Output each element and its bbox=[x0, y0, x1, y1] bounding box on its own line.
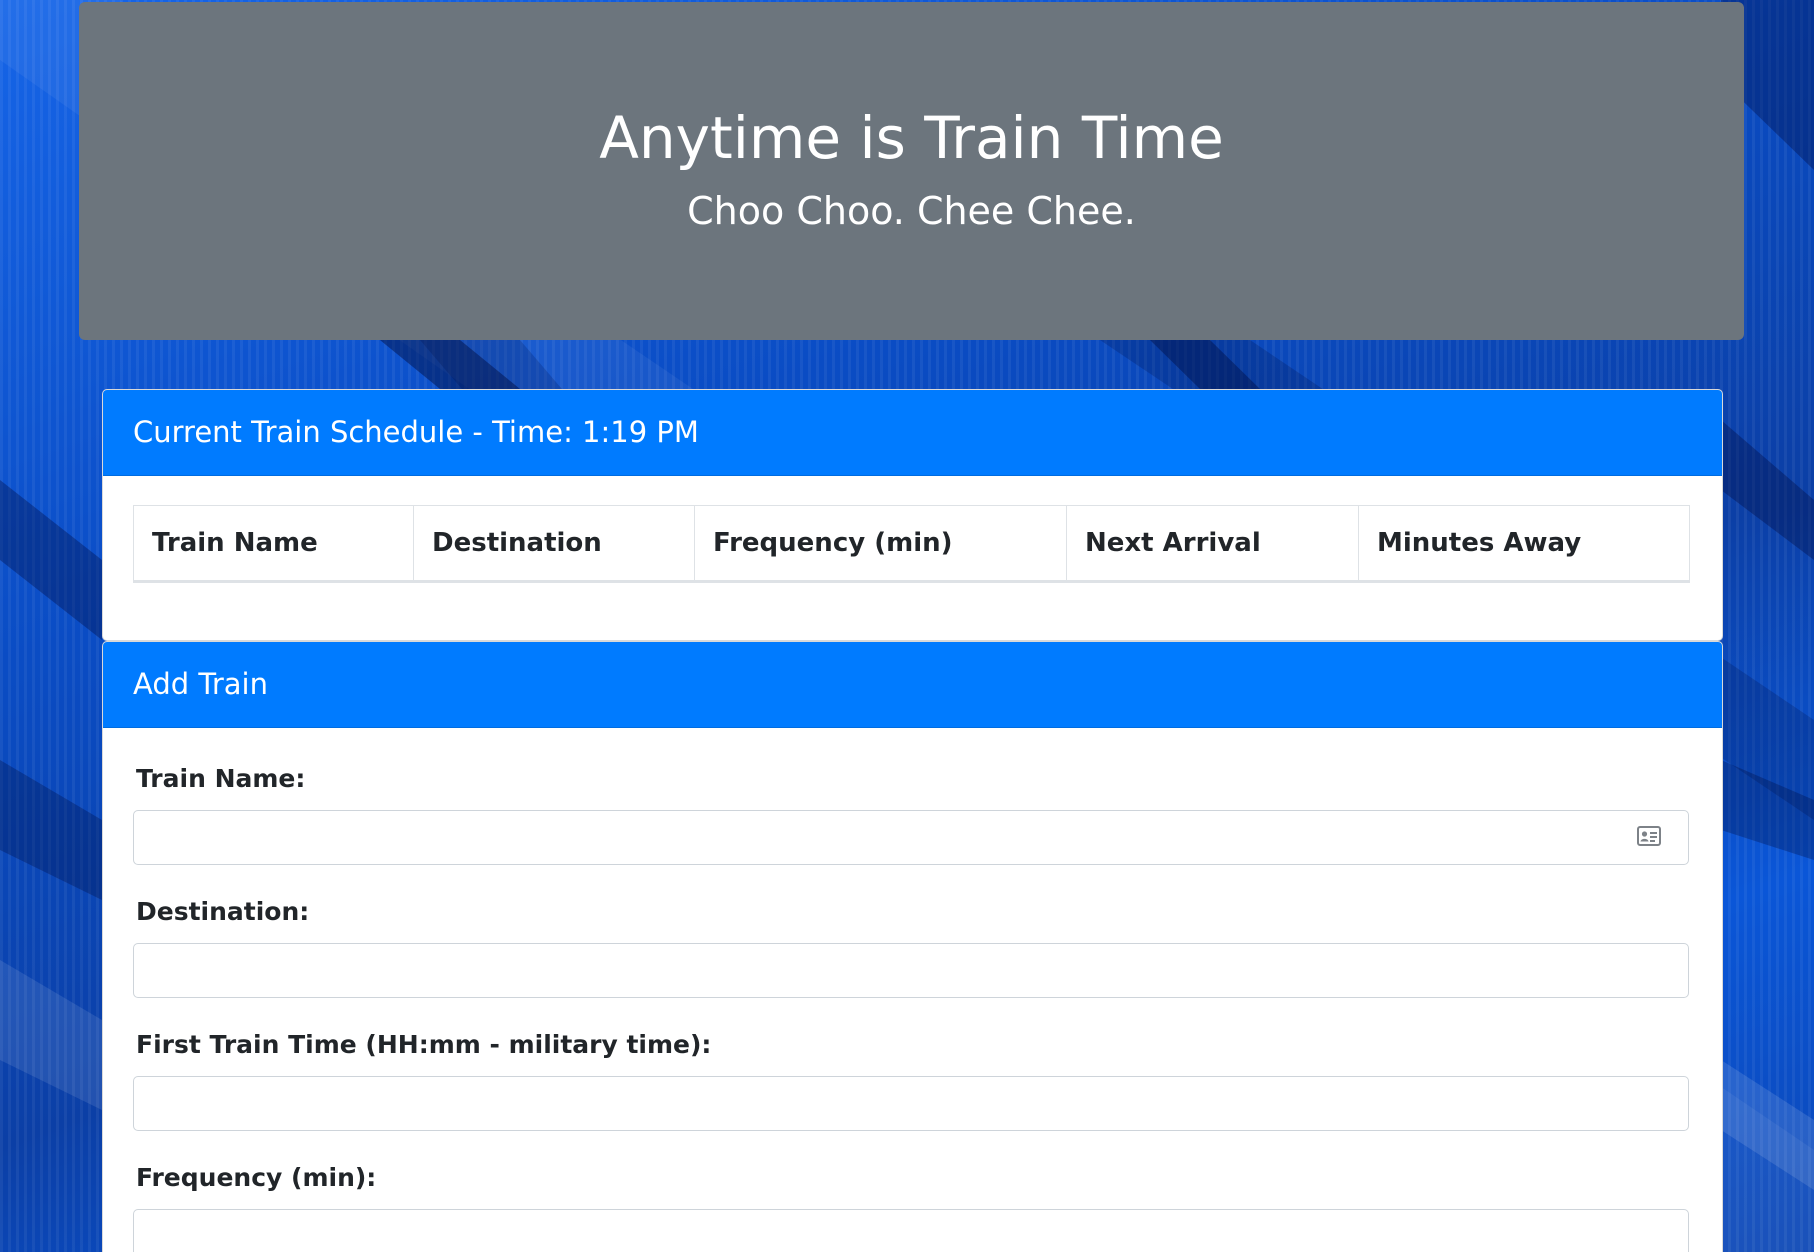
destination-label: Destination: bbox=[136, 897, 310, 926]
add-train-card-header: Add Train bbox=[103, 642, 1722, 728]
frequency-label: Frequency (min): bbox=[136, 1163, 377, 1192]
add-train-card: Add Train Train Name: Destination: First… bbox=[102, 641, 1723, 1252]
first-train-time-input[interactable] bbox=[133, 1076, 1689, 1131]
header-jumbotron: Anytime is Train Time Choo Choo. Chee Ch… bbox=[79, 2, 1744, 340]
form-group-first-train-time: First Train Time (HH:mm - military time)… bbox=[133, 994, 1691, 1131]
destination-input[interactable] bbox=[133, 943, 1689, 998]
page-title: Anytime is Train Time bbox=[599, 104, 1224, 172]
add-train-form: Train Name: Destination: First Train Tim… bbox=[133, 728, 1691, 1252]
train-schedule-table: Train Name Destination Frequency (min) N… bbox=[133, 505, 1690, 583]
column-header-minutes-away: Minutes Away bbox=[1358, 505, 1690, 583]
form-group-frequency: Frequency (min): bbox=[133, 1127, 1691, 1252]
form-group-destination: Destination: bbox=[133, 861, 1691, 998]
frequency-input[interactable] bbox=[133, 1209, 1689, 1252]
table-header-row: Train Name Destination Frequency (min) N… bbox=[133, 505, 1690, 583]
schedule-card-header: Current Train Schedule - Time: 1:19 PM bbox=[103, 390, 1722, 476]
column-header-train-name: Train Name bbox=[133, 505, 414, 583]
form-group-train-name: Train Name: bbox=[133, 728, 1691, 865]
train-schedule-card: Current Train Schedule - Time: 1:19 PM T… bbox=[102, 389, 1723, 641]
train-name-input[interactable] bbox=[133, 810, 1689, 865]
column-header-frequency: Frequency (min) bbox=[694, 505, 1067, 583]
column-header-next-arrival: Next Arrival bbox=[1066, 505, 1359, 583]
column-header-destination: Destination bbox=[413, 505, 695, 583]
first-train-time-label: First Train Time (HH:mm - military time)… bbox=[136, 1030, 712, 1059]
page-subtitle: Choo Choo. Chee Chee. bbox=[687, 189, 1136, 233]
contact-card-icon[interactable] bbox=[1637, 826, 1661, 846]
train-name-label: Train Name: bbox=[136, 764, 306, 793]
